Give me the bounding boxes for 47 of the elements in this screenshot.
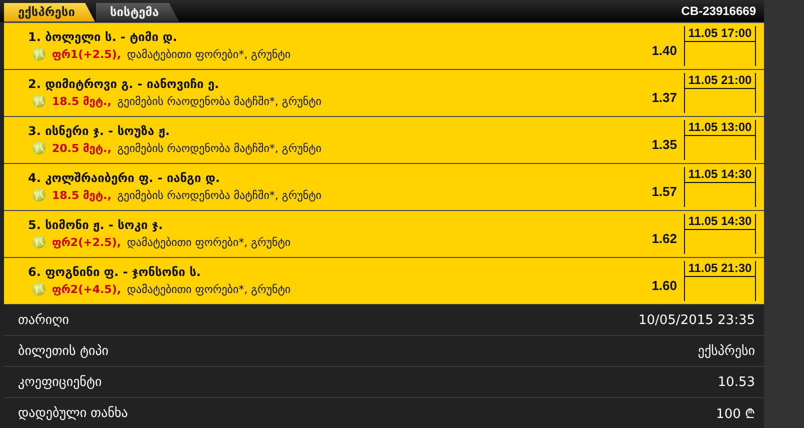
bet-pick: 20.5 მეტ., xyxy=(52,142,112,155)
bet-pick: 18.5 მეტ., xyxy=(52,188,112,202)
ticket-id: CB-23916669 xyxy=(681,4,757,18)
bet-pick: ფრ2(+2.5), xyxy=(52,236,122,249)
summary-label: თარიღი xyxy=(18,312,70,328)
tennis-ball-icon xyxy=(32,141,46,156)
tennis-ball-icon xyxy=(32,47,46,62)
bet-pick: ფრ2(+4.5), xyxy=(52,282,122,296)
summary-value: ექსპრესი xyxy=(698,344,755,359)
match-time: 11.05 21:30 xyxy=(685,260,755,277)
market-name: გეიმების რაოდენობა მატჩში*, გრუნტი xyxy=(117,188,322,202)
tab[interactable]: ექსპრესი xyxy=(4,2,95,22)
odds: 1.35 xyxy=(652,136,677,152)
tennis-ball-icon xyxy=(32,188,46,202)
tennis-ball-icon xyxy=(32,235,46,250)
odds: 1.57 xyxy=(652,183,677,200)
summary-value: 100 ₾ xyxy=(716,406,755,422)
match-title: 2. დიმიტროვი გ. - იანოვიჩი ე. xyxy=(28,77,220,92)
match-title: 1. ბოლელი ს. - ტიმი დ. xyxy=(28,30,178,44)
match-time: 11.05 13:00 xyxy=(685,120,755,136)
tab[interactable]: სისტემა xyxy=(96,2,179,22)
summary-label: ბილეთის ტიპი xyxy=(18,344,109,359)
market-name: გეიმების რაოდენობა მატჩში*, გრუნტი xyxy=(117,94,322,108)
market-name: გეიმების რაოდენობა მატჩში*, გრუნტი xyxy=(117,142,322,155)
match-title: 6. ფოგნინი ფ. - ჯონსონი ს. xyxy=(28,265,202,280)
match-time: 11.05 21:00 xyxy=(685,72,755,89)
market-name: დამატებითი ფორები*, გრუნტი xyxy=(127,282,291,296)
odds: 1.37 xyxy=(652,89,677,106)
bet-pick: 18.5 მეტ., xyxy=(52,94,112,108)
odds: 1.62 xyxy=(652,230,677,246)
match-title: 4. კოლშრაიბერი ფ. - იანგი დ. xyxy=(28,171,221,186)
match-title: 3. ისნერი ჯ. - სოუზა ჟ. xyxy=(28,124,171,138)
match-time: 11.05 14:30 xyxy=(685,214,755,230)
summary-value: 10/05/2015 23:35 xyxy=(638,312,755,328)
match-time: 11.05 14:30 xyxy=(685,166,755,183)
match-title: 5. სიმონი ჟ. - სოკი ჯ. xyxy=(28,218,164,232)
market-name: დამატებითი ფორები*, გრუნტი xyxy=(127,48,291,61)
tennis-ball-icon xyxy=(32,94,46,108)
odds: 1.60 xyxy=(652,277,677,294)
match-time: 11.05 17:00 xyxy=(685,26,755,42)
tennis-ball-icon xyxy=(32,282,46,296)
summary-label: დადებული თანხა xyxy=(18,406,128,421)
odds: 1.40 xyxy=(652,42,677,58)
summary-value: 10.53 xyxy=(718,374,755,390)
summary-label: კოეფიციენტი xyxy=(18,374,102,390)
bet-pick: ფრ1(+2.5), xyxy=(52,48,122,61)
market-name: დამატებითი ფორები*, გრუნტი xyxy=(127,236,291,249)
